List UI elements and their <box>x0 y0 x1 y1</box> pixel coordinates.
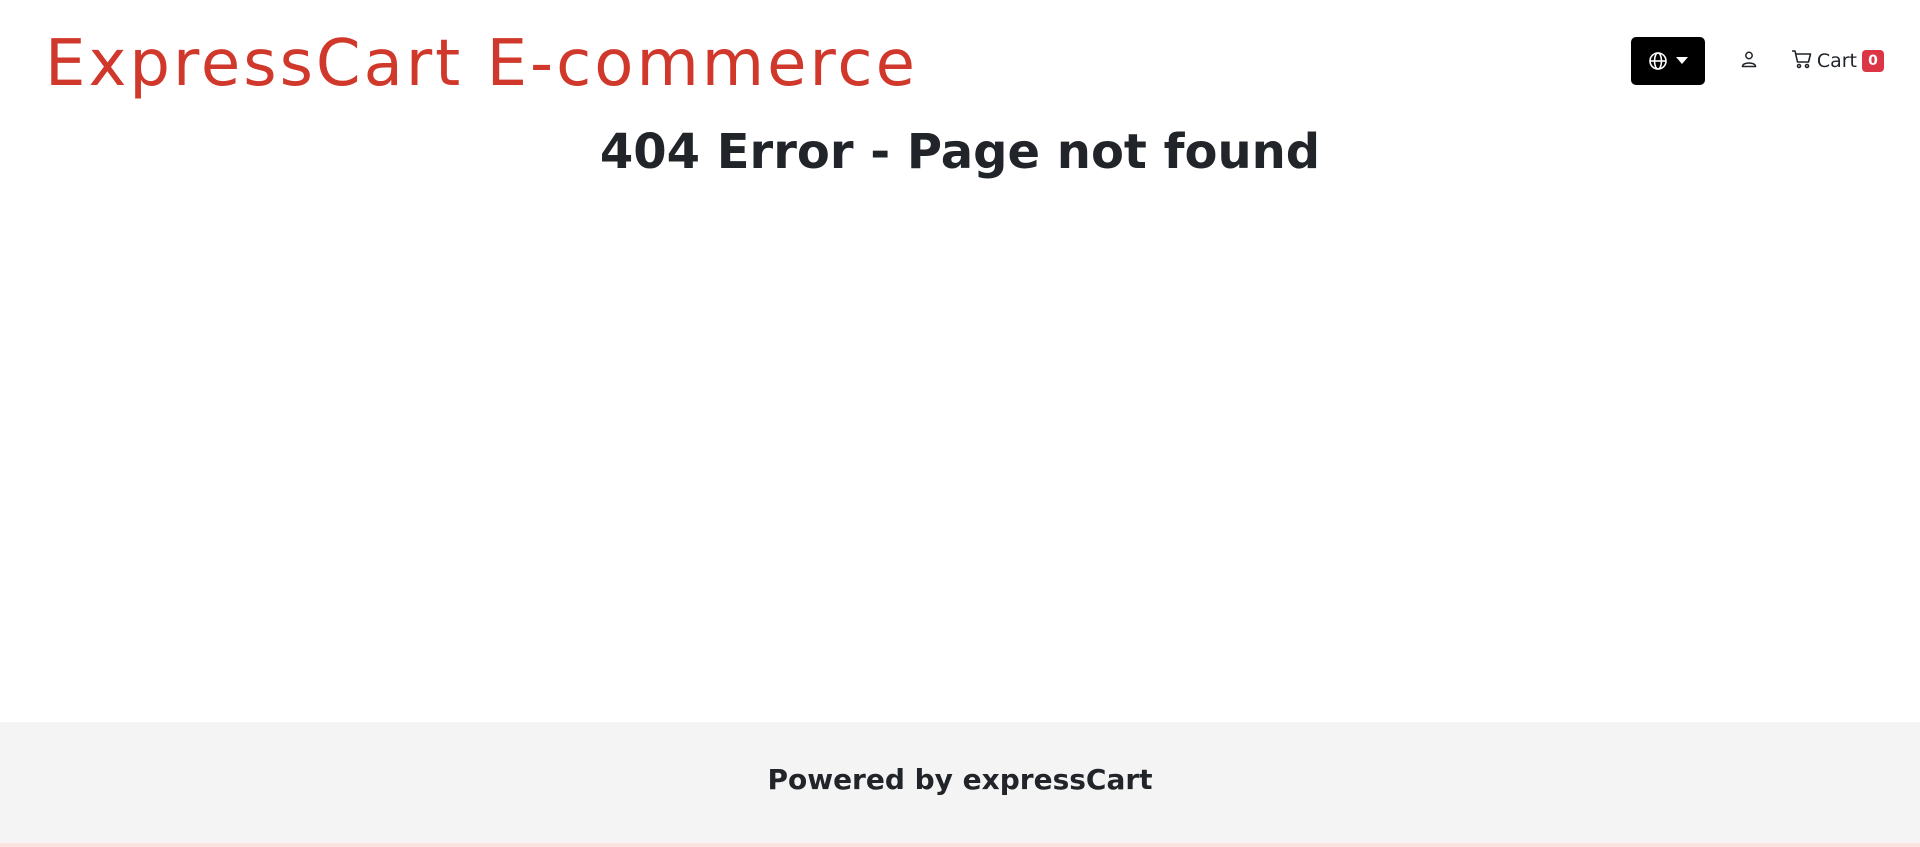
footer-divider <box>0 843 1920 847</box>
cart-count-badge: 0 <box>1862 50 1884 72</box>
header-nav: Cart 0 <box>1630 37 1884 85</box>
page-title: 404 Error - Page not found <box>599 124 1321 180</box>
language-dropdown-button[interactable] <box>1630 37 1705 85</box>
account-button[interactable] <box>1737 49 1761 73</box>
cart-label: Cart <box>1816 50 1857 72</box>
user-icon <box>1740 50 1758 72</box>
caret-down-icon <box>1675 56 1688 64</box>
cart-button[interactable]: Cart 0 <box>1791 49 1884 74</box>
cart-icon <box>1791 49 1817 74</box>
brand-logo-link[interactable]: ExpressCart E-commerce <box>45 22 918 106</box>
footer-powered-by: Powered by expressCart <box>767 763 1153 796</box>
footer: Powered by expressCart <box>0 722 1920 843</box>
page: ExpressCart E-commerce Cart 0 404 Error … <box>0 0 1920 847</box>
globe-icon <box>1648 51 1668 71</box>
